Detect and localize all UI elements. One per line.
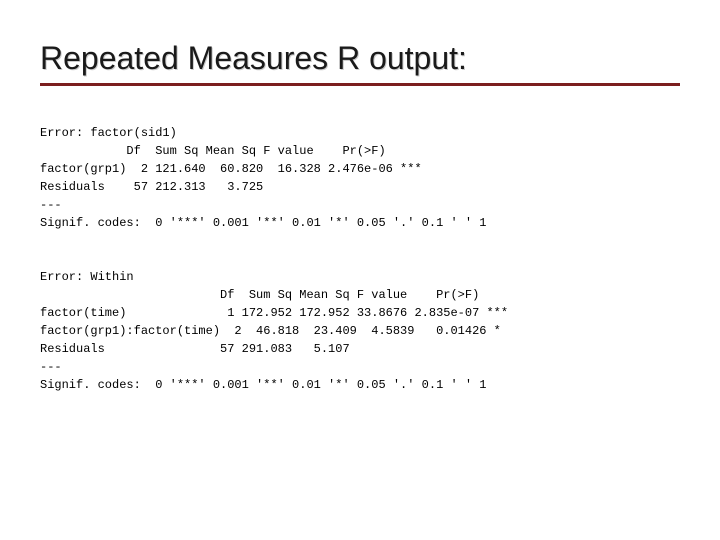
error-stratum-line: Error: Within [40, 270, 134, 284]
anova-row: Residuals 57 212.313 3.725 [40, 180, 263, 194]
anova-row: Residuals 57 291.083 5.107 [40, 342, 350, 356]
error-stratum-line: Error: factor(sid1) [40, 126, 177, 140]
r-output-block-2: Error: Within Df Sum Sq Mean Sq F value … [40, 250, 680, 394]
page-title: Repeated Measures R output: [40, 40, 680, 77]
anova-row: factor(grp1) 2 121.640 60.820 16.328 2.4… [40, 162, 422, 176]
dashes: --- [40, 360, 62, 374]
r-output-block-1: Error: factor(sid1) Df Sum Sq Mean Sq F … [40, 106, 680, 232]
anova-row: factor(time) 1 172.952 172.952 33.8676 2… [40, 306, 508, 320]
anova-header: Df Sum Sq Mean Sq F value Pr(>F) [40, 288, 479, 302]
signif-codes: Signif. codes: 0 '***' 0.001 '**' 0.01 '… [40, 216, 486, 230]
anova-header: Df Sum Sq Mean Sq F value Pr(>F) [40, 144, 386, 158]
signif-codes: Signif. codes: 0 '***' 0.001 '**' 0.01 '… [40, 378, 486, 392]
slide: Repeated Measures R output: Error: facto… [0, 0, 720, 424]
title-underline [40, 83, 680, 86]
anova-row: factor(grp1):factor(time) 2 46.818 23.40… [40, 324, 501, 338]
dashes: --- [40, 198, 62, 212]
